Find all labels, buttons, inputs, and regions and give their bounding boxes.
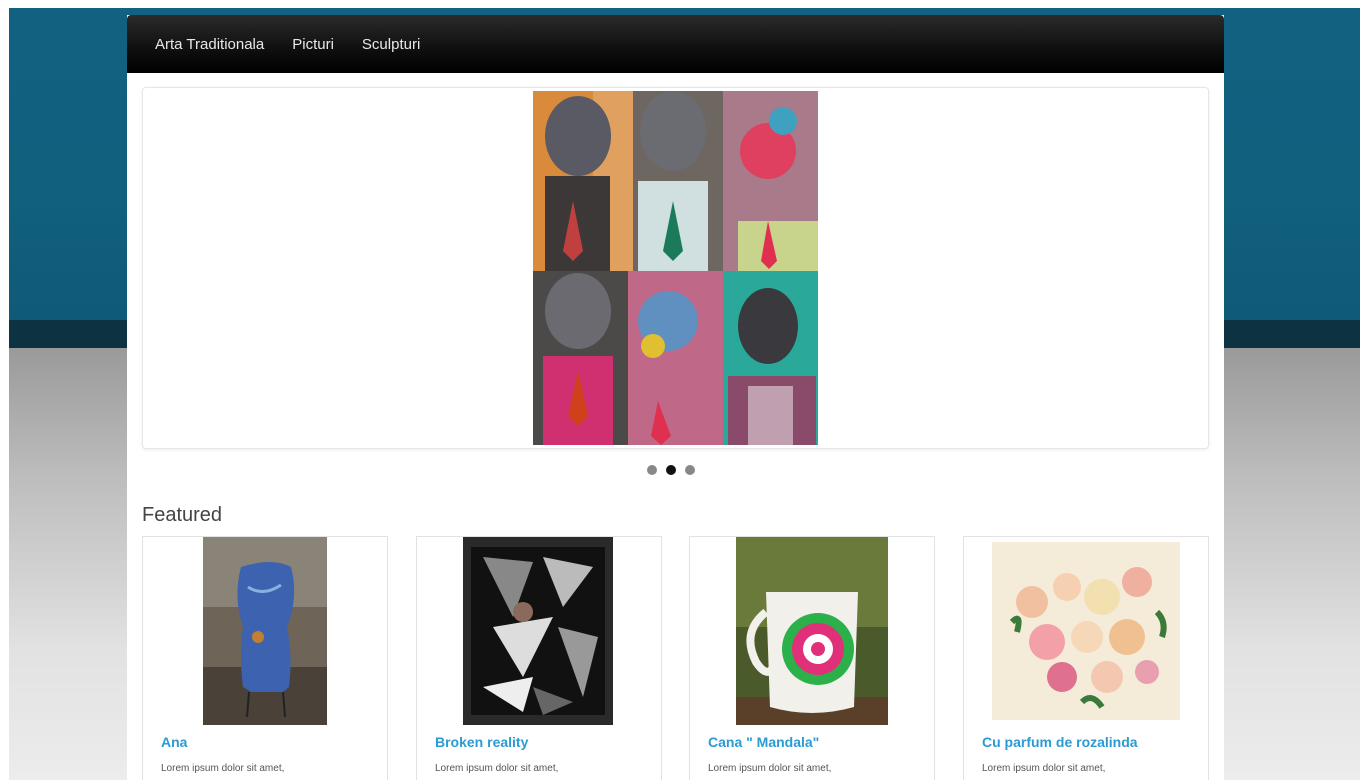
carousel-dot-2[interactable] [666, 465, 676, 475]
product-description: Lorem ipsum dolor sit amet, [708, 763, 832, 774]
product-description: Lorem ipsum dolor sit amet, [982, 763, 1106, 774]
product-title[interactable]: Cana " Mandala" [708, 734, 819, 750]
product-image[interactable] [736, 537, 888, 725]
product-title[interactable]: Ana [161, 734, 187, 750]
navbar: Arta Traditionala Picturi Sculpturi [127, 15, 1224, 73]
featured-heading: Featured [142, 504, 223, 526]
product-card-ana[interactable]: Ana Lorem ipsum dolor sit amet, [142, 536, 388, 780]
product-card-broken-reality[interactable]: Broken reality Lorem ipsum dolor sit ame… [416, 536, 662, 780]
nav-item-arta-traditionala[interactable]: Arta Traditionala [155, 36, 264, 53]
carousel [142, 87, 1209, 449]
product-title[interactable]: Cu parfum de rozalinda [982, 734, 1138, 750]
product-card-cu-parfum-de-rozalinda[interactable]: Cu parfum de rozalinda Lorem ipsum dolor… [963, 536, 1209, 780]
nav-item-picturi[interactable]: Picturi [292, 36, 334, 53]
carousel-indicators [647, 465, 695, 475]
carousel-dot-1[interactable] [647, 465, 657, 475]
main-container: Arta Traditionala Picturi Sculpturi Feat… [127, 15, 1224, 780]
product-image[interactable] [203, 537, 327, 725]
product-image[interactable] [463, 537, 613, 725]
carousel-slide-image[interactable] [533, 91, 818, 445]
carousel-dot-3[interactable] [685, 465, 695, 475]
product-card-cana-mandala[interactable]: Cana " Mandala" Lorem ipsum dolor sit am… [689, 536, 935, 780]
product-description: Lorem ipsum dolor sit amet, [161, 763, 285, 774]
product-description: Lorem ipsum dolor sit amet, [435, 763, 559, 774]
product-title[interactable]: Broken reality [435, 734, 528, 750]
nav-item-sculpturi[interactable]: Sculpturi [362, 36, 420, 53]
product-image[interactable] [992, 542, 1180, 720]
